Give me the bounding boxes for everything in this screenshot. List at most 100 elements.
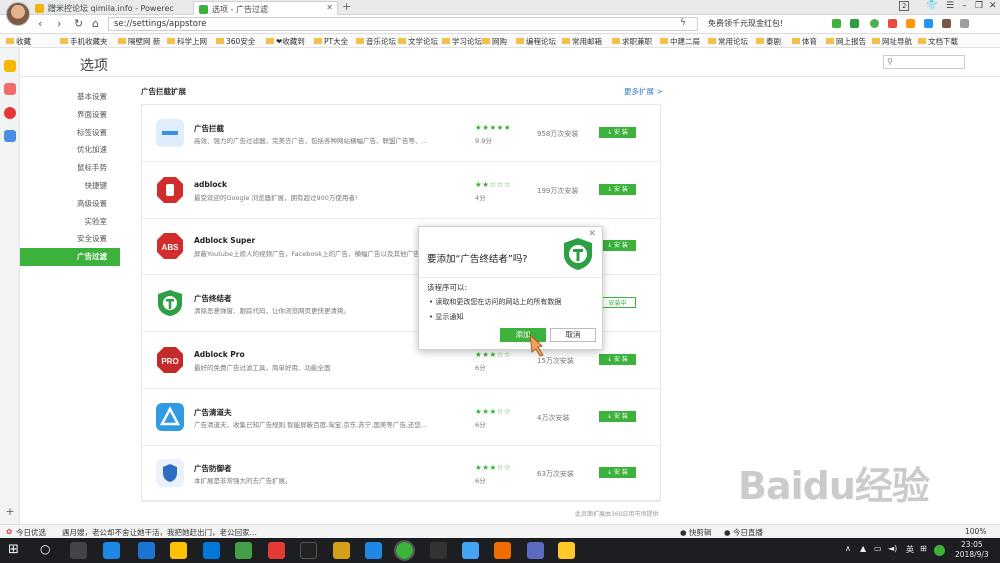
bookmark-item[interactable]: 360安全 <box>216 36 255 47</box>
task-view-icon[interactable] <box>70 542 87 559</box>
menu-item[interactable]: 快捷键 <box>20 177 120 195</box>
bookmark-item[interactable]: 收藏 <box>6 36 31 47</box>
reload-button[interactable]: ↻ <box>74 17 83 30</box>
weibo-icon[interactable] <box>4 107 16 119</box>
bookmark-item[interactable]: 网购 <box>482 36 507 47</box>
menu-icon[interactable]: ☰ <box>946 1 954 11</box>
install-button[interactable]: ↓ 安 装 <box>599 467 636 479</box>
game-icon[interactable] <box>888 19 897 28</box>
bookmark-item[interactable]: 体育 <box>792 36 817 47</box>
app-icon[interactable] <box>365 542 382 559</box>
menu-item[interactable]: 鼠标手势 <box>20 159 120 177</box>
bookmark-item[interactable]: 网址导航 <box>872 36 912 47</box>
qq-icon[interactable] <box>300 542 317 559</box>
back-button[interactable]: ‹ <box>38 17 42 30</box>
ime-icon[interactable]: ⊞ <box>920 544 927 553</box>
install-button[interactable]: ↓ 安 装 <box>599 410 636 422</box>
volume-icon[interactable]: ◄) <box>888 544 897 553</box>
install-button[interactable]: ↓ 安 装 <box>599 353 636 365</box>
install-button[interactable]: ↓ 安 装 <box>599 127 636 138</box>
app-icon[interactable] <box>494 542 511 559</box>
cancel-button[interactable]: 取消 <box>550 328 596 342</box>
close-window-button[interactable]: ✕ <box>989 1 997 11</box>
install-button[interactable]: 安装中 <box>599 297 636 309</box>
app-icon[interactable] <box>527 542 544 559</box>
file-explorer-icon[interactable] <box>170 542 187 559</box>
menu-item[interactable]: 界面设置 <box>20 106 120 124</box>
home-button[interactable]: ⌂ <box>92 17 99 30</box>
reader-icon[interactable] <box>832 19 841 28</box>
menu-item[interactable]: 实验室 <box>20 213 120 231</box>
wechat-icon[interactable] <box>235 542 252 559</box>
app-icon[interactable] <box>333 542 350 559</box>
bookmark-item[interactable]: 文档下载 <box>918 36 958 47</box>
bookmark-item[interactable]: 泰剧 <box>756 36 781 47</box>
flash-icon[interactable]: ϟ <box>680 18 686 28</box>
bookmark-item[interactable]: 网上报告 <box>826 36 866 47</box>
edge-icon[interactable] <box>138 542 155 559</box>
install-button[interactable]: ↓ 安 装 <box>599 183 636 195</box>
undo-icon[interactable] <box>960 19 969 28</box>
tab-settings[interactable]: 选项 - 广告过滤 ✕ <box>193 1 338 15</box>
skin-icon[interactable]: 👕 <box>926 1 937 11</box>
bookmark-item[interactable]: 手机收藏夹 <box>60 36 108 47</box>
bookmark-item[interactable]: 常用论坛 <box>708 36 748 47</box>
bookmark-item[interactable]: 中建二局 <box>660 36 700 47</box>
menu-item[interactable]: 标签设置 <box>20 124 120 142</box>
app-icon[interactable] <box>430 542 447 559</box>
menu-item[interactable]: 优化加速 <box>20 141 120 159</box>
install-button[interactable]: ↓ 安 装 <box>599 240 636 252</box>
video-icon[interactable] <box>4 83 16 95</box>
tray-chevron-icon[interactable]: ∧ <box>845 544 851 553</box>
plugin-icon[interactable] <box>906 19 915 28</box>
ime-indicator[interactable]: 英 <box>906 544 914 555</box>
wechat-tray-icon[interactable] <box>934 545 945 556</box>
live-link[interactable]: ● 今日直播 <box>724 527 763 538</box>
bookmark-item[interactable]: 科学上网 <box>167 36 207 47</box>
new-tab-button[interactable]: + <box>342 0 351 13</box>
close-tab-icon[interactable]: ✕ <box>326 3 333 12</box>
360-browser-icon[interactable] <box>394 540 415 561</box>
quick-clip-link[interactable]: ● 快剪辑 <box>680 527 711 538</box>
bookmark-item[interactable]: 隔壁网 新 <box>118 36 160 47</box>
star-icon[interactable] <box>4 60 16 72</box>
pdf-icon[interactable] <box>268 542 285 559</box>
menu-item[interactable]: 高级设置 <box>20 195 120 213</box>
save-icon[interactable] <box>942 19 951 28</box>
ie-icon[interactable] <box>103 542 120 559</box>
app-icon[interactable] <box>558 542 575 559</box>
cortana-icon[interactable]: ○ <box>40 542 57 559</box>
bookmark-item[interactable]: 编程论坛 <box>516 36 556 47</box>
today-picks-link[interactable]: 今日优选 <box>16 527 46 538</box>
bookmark-item[interactable]: 文学论坛 <box>398 36 438 47</box>
avatar[interactable] <box>6 2 30 26</box>
mail-icon[interactable] <box>4 130 16 142</box>
gift-icon[interactable]: ✿ <box>6 527 12 536</box>
menu-item[interactable]: 基本设置 <box>20 88 120 106</box>
window-count-badge[interactable]: 2 <box>899 1 910 11</box>
bookmark-item[interactable]: 求职兼职 <box>612 36 652 47</box>
zoom-level[interactable]: 100% <box>965 527 986 536</box>
tab-qimila[interactable]: 蹭米控论坛 qimila.info - Powerec <box>30 1 193 15</box>
network-icon[interactable]: ▭ <box>874 544 882 553</box>
news-ticker[interactable]: 遇月嫂，老公却不舍让她干活，我把她赶出门，老公回家… <box>62 527 257 538</box>
add-icon[interactable]: + <box>4 506 16 518</box>
search-input[interactable]: ⚲ <box>883 55 965 69</box>
menu-item[interactable]: 安全设置 <box>20 230 120 248</box>
notification-icon[interactable]: ▲ <box>860 544 866 553</box>
extension-icon[interactable] <box>870 19 879 28</box>
url-input[interactable]: se://settings/appstore <box>108 17 698 31</box>
minimize-button[interactable]: – <box>962 1 967 11</box>
clock[interactable]: 23:05 2018/9/3 <box>955 540 989 560</box>
windows-start-icon[interactable]: ⊞ <box>8 542 25 559</box>
bookmark-item[interactable]: 音乐论坛 <box>356 36 396 47</box>
scissors-icon[interactable] <box>850 19 859 28</box>
menu-item[interactable]: 广告过滤 <box>20 248 120 266</box>
bookmark-item[interactable]: 常用邮箱 <box>562 36 602 47</box>
forward-button[interactable]: › <box>57 17 61 30</box>
bookmark-item[interactable]: ❤收藏到 <box>266 36 305 47</box>
promo-link[interactable]: 免费领千元现金红包! <box>708 18 783 29</box>
bookmark-item[interactable]: PT大全 <box>314 36 348 47</box>
store-icon[interactable] <box>203 542 220 559</box>
bird-icon[interactable] <box>462 542 479 559</box>
